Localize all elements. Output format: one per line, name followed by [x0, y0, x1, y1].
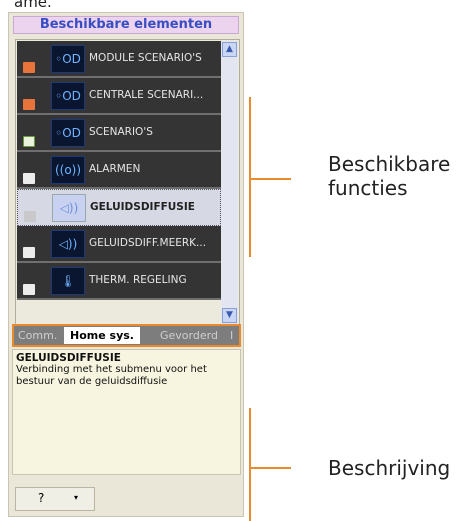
list-item-sound-diffusion-multiroom[interactable]: ◁)) GELUIDSDIFF.MEERK...	[17, 226, 221, 263]
chevron-down-icon[interactable]: ▾	[74, 493, 78, 502]
green-list-badge-icon	[23, 136, 35, 147]
list-item-label: THERM. REGELING	[89, 274, 187, 286]
list-item-alarms[interactable]: ((o)) ALARMEN	[17, 152, 221, 189]
white-edit-badge-icon	[23, 284, 35, 295]
description-title: GELUIDSDIFFUSIE	[16, 352, 121, 364]
help-label: ?	[38, 491, 45, 505]
list-item-label: MODULE SCENARIO'S	[89, 52, 202, 64]
list-item-label: SCENARIO'S	[89, 126, 153, 138]
orange-arrow-badge-icon	[23, 62, 35, 73]
scroll-down-icon[interactable]: ▼	[222, 308, 237, 323]
list-item-central-scenarios[interactable]: ◦OD CENTRALE SCENARI...	[17, 78, 221, 115]
white-edit-badge-icon	[23, 173, 35, 184]
scroll-up-icon[interactable]: ▲	[222, 42, 237, 57]
white-edit-badge-icon	[23, 247, 35, 258]
list-item-label: GELUIDSDIFF.MEERK...	[89, 237, 207, 249]
list-item-label: GELUIDSDIFFUSIE	[90, 201, 195, 213]
functions-bracket	[249, 97, 251, 257]
elements-list: ◦OD MODULE SCENARIO'S ◦OD CENTRALE SCENA…	[15, 39, 240, 326]
tab-gevorderd[interactable]: Gevorderd	[160, 327, 218, 344]
panel-title: Beschikbare elementen	[13, 16, 239, 34]
description-bracket	[249, 408, 251, 521]
annotation-functions-line1: Beschikbare	[328, 152, 451, 176]
tab-bar: Comm. Home sys. Gevorderd I	[12, 324, 241, 347]
tab-home-sys[interactable]: Home sys.	[64, 327, 140, 344]
scenario-icon: ◦OD	[51, 119, 85, 147]
annotation-description: Beschrijving	[328, 456, 451, 480]
list-item-scenarios[interactable]: ◦OD SCENARIO'S	[17, 115, 221, 152]
scenario-module-icon: ◦OD	[51, 45, 85, 73]
annotation-functions-line2: functies	[328, 176, 408, 200]
alarm-icon: ((o))	[51, 156, 85, 184]
list-scrollbar[interactable]: ▲ ▼	[221, 41, 238, 324]
thermometer-icon: 🌡	[51, 267, 85, 295]
speaker-multi-icon: ◁))	[51, 230, 85, 258]
tab-comm[interactable]: Comm.	[18, 327, 57, 344]
list-item-module-scenarios[interactable]: ◦OD MODULE SCENARIO'S	[17, 41, 221, 78]
scenario-central-icon: ◦OD	[51, 82, 85, 110]
list-item-thermal-regulation[interactable]: 🌡 THERM. REGELING	[17, 263, 221, 300]
functions-pointer-line	[251, 178, 291, 180]
help-button[interactable]: ? ▾	[15, 487, 95, 511]
description-pointer-line	[251, 467, 291, 469]
tab-more[interactable]: I	[230, 327, 233, 344]
description-text: Verbinding met het submenu voor het best…	[16, 364, 207, 387]
description-box: GELUIDSDIFFUSIE Verbinding met het subme…	[12, 349, 241, 475]
list-item-sound-diffusion[interactable]: ◁)) GELUIDSDIFFUSIE	[17, 189, 221, 226]
elements-panel: Beschikbare elementen ◦OD MODULE SCENARI…	[8, 12, 244, 517]
orange-arrow-badge-icon	[23, 99, 35, 110]
list-item-label: CENTRALE SCENARI...	[89, 89, 204, 101]
list-item-label: ALARMEN	[89, 163, 141, 175]
speaker-icon: ◁))	[52, 194, 86, 222]
white-edit-badge-icon	[24, 211, 36, 222]
top-text-fragment: ame.	[14, 0, 52, 11]
